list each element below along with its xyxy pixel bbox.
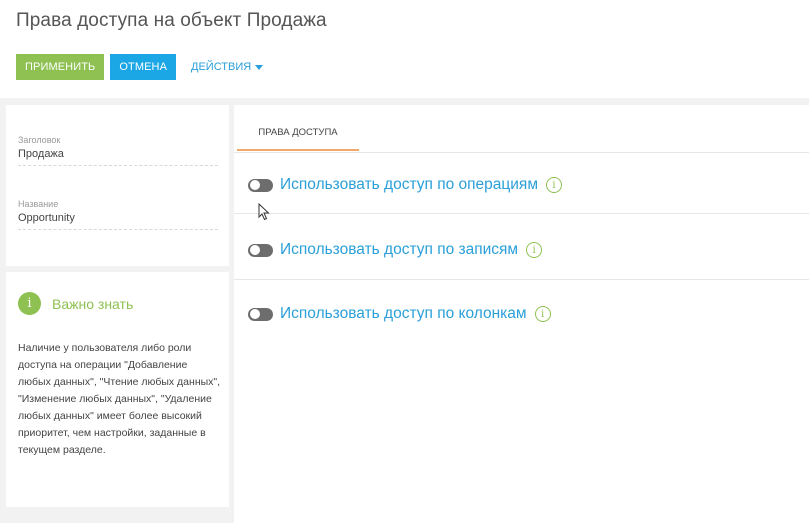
mouse-pointer-icon: [258, 203, 270, 221]
records-access-row[interactable]: Использовать доступ по записям i: [248, 241, 543, 259]
tab-access-rights[interactable]: ПРАВА ДОСТУПА: [237, 127, 359, 151]
caret-down-icon: [255, 64, 264, 70]
fields-panel: Заголовок Продажа Название Opportunity: [6, 105, 229, 266]
row-divider: [234, 213, 809, 214]
actions-label: ДЕЙСТВИЯ: [191, 61, 252, 73]
workspace: Заголовок Продажа Название Opportunity i…: [0, 98, 809, 523]
name-field-label: Название: [18, 199, 59, 209]
apply-button[interactable]: ПРИМЕНИТЬ: [16, 54, 105, 80]
main-panel: ПРАВА ДОСТУПА Использовать доступ по опе…: [234, 105, 809, 523]
page-title: Права доступа на объект Продажа: [16, 10, 327, 31]
info-header: i Важно знать: [18, 292, 133, 315]
records-access-toggle[interactable]: [248, 243, 273, 257]
name-field-value: Opportunity: [18, 212, 75, 224]
columns-access-toggle[interactable]: [248, 307, 273, 321]
row-divider: [234, 279, 809, 280]
caption-field[interactable]: Заголовок Продажа: [18, 135, 218, 166]
info-icon: i: [18, 292, 41, 315]
columns-access-label: Использовать доступ по колонкам: [280, 305, 527, 322]
toolbar: ПРИМЕНИТЬ ОТМЕНА ДЕЙСТВИЯ: [16, 54, 264, 80]
cancel-button[interactable]: ОТМЕНА: [110, 54, 176, 80]
actions-dropdown[interactable]: ДЕЙСТВИЯ: [191, 61, 264, 73]
columns-access-row[interactable]: Использовать доступ по колонкам i: [248, 305, 551, 323]
operations-access-label: Использовать доступ по операциям: [280, 176, 538, 193]
tab-divider: [234, 152, 809, 153]
caption-field-label: Заголовок: [18, 135, 61, 145]
info-text: Наличие у пользователя либо роли доступа…: [18, 342, 221, 456]
records-info-icon[interactable]: i: [526, 242, 543, 258]
columns-info-icon[interactable]: i: [534, 306, 551, 322]
records-access-label: Использовать доступ по записям: [280, 241, 519, 258]
operations-info-icon[interactable]: i: [545, 177, 562, 193]
caption-field-value: Продажа: [18, 148, 64, 160]
info-panel: i Важно знать Наличие у пользователя либ…: [6, 272, 229, 507]
operations-access-row[interactable]: Использовать доступ по операциям i: [248, 176, 562, 194]
operations-access-toggle[interactable]: [248, 178, 273, 192]
info-title: Важно знать: [52, 295, 134, 312]
name-field[interactable]: Название Opportunity: [18, 199, 218, 230]
